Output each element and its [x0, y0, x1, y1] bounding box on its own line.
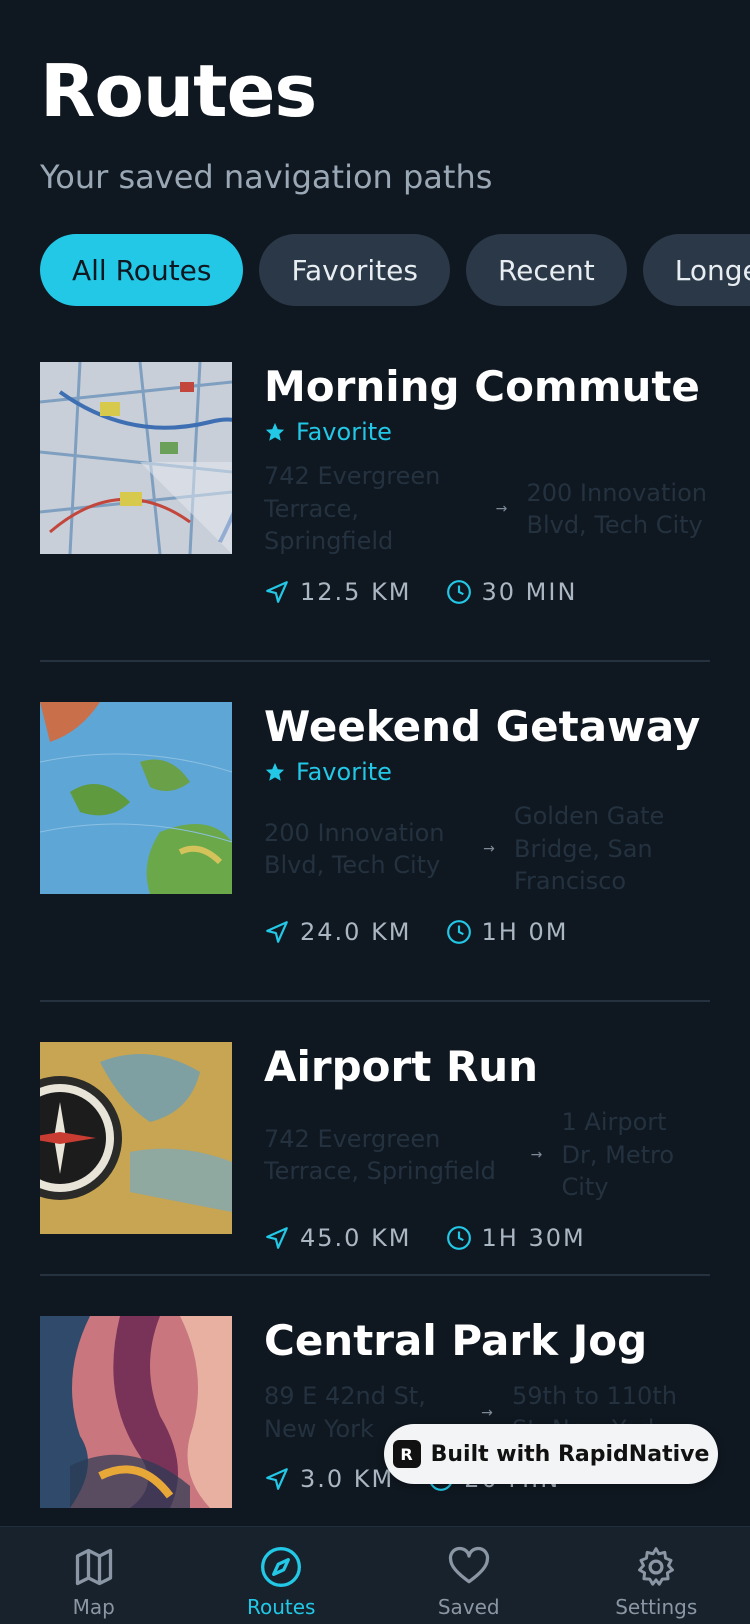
bottom-tab-bar: Map Routes Saved Settings: [0, 1526, 750, 1624]
arrow-right-icon: →: [483, 840, 495, 857]
tab-label: Routes: [247, 1595, 316, 1619]
star-icon: [265, 423, 285, 442]
arrow-right-icon: →: [481, 1404, 493, 1421]
tab-map[interactable]: Map: [0, 1527, 188, 1624]
tab-settings[interactable]: Settings: [563, 1527, 750, 1624]
route-meta: 45.0 KM 1H 30M: [264, 1224, 710, 1252]
star-icon: [265, 763, 285, 782]
favorite-label: Favorite: [296, 758, 392, 787]
distance-value: 45.0 KM: [300, 1223, 412, 1252]
route-thumbnail: [40, 1316, 232, 1508]
route-to: Golden Gate Bridge, San Francisco: [514, 802, 665, 896]
route-addresses: 200 Innovation Blvd, Tech City → Golden …: [264, 800, 710, 897]
map-icon: [75, 1548, 112, 1586]
divider: [40, 1000, 710, 1002]
divider: [40, 660, 710, 662]
route-from: 742 Evergreen Terrace, Springfield: [264, 462, 441, 556]
duration-value: 1H 0M: [481, 917, 569, 946]
gear-icon: [638, 1547, 675, 1586]
filter-chip-all-routes[interactable]: All Routes: [40, 234, 244, 306]
routes-screen: Routes Your saved navigation paths All R…: [0, 0, 750, 1624]
clock-icon: [446, 919, 471, 944]
header: Routes Your saved navigation paths: [40, 49, 492, 196]
route-duration: 1H 30M: [446, 1224, 586, 1252]
route-duration: 1H 0M: [446, 918, 569, 946]
distance-value: 3.0 KM: [300, 1465, 395, 1494]
filter-chips: All Routes Favorites Recent Longest: [40, 234, 750, 306]
route-name: Airport Run: [264, 1042, 539, 1091]
route-card[interactable]: Morning Commute Favorite 742 Evergreen T…: [40, 362, 710, 606]
navigation-icon: [266, 580, 288, 603]
route-card[interactable]: Weekend Getaway Favorite 200 Innovation …: [40, 702, 710, 946]
distance-value: 24.0 KM: [300, 917, 412, 946]
clock-icon: [446, 579, 471, 604]
route-thumbnail: [40, 362, 232, 554]
navigation-icon: [266, 920, 288, 943]
tab-saved[interactable]: Saved: [375, 1527, 563, 1624]
route-thumbnail: [40, 702, 232, 894]
clock-icon: [446, 1225, 471, 1250]
route-duration: 30 MIN: [446, 578, 578, 606]
route-from: 742 Evergreen Terrace, Springfield: [264, 1124, 496, 1185]
route-name: Weekend Getaway: [264, 702, 701, 751]
favorite-label: Favorite: [296, 418, 392, 447]
filter-chip-longest[interactable]: Longest: [642, 234, 750, 306]
duration-value: 1H 30M: [481, 1223, 586, 1252]
rapidnative-logo-icon: R: [392, 1440, 421, 1468]
route-distance: 24.0 KM: [264, 918, 412, 946]
route-addresses: 742 Evergreen Terrace, Springfield → 200…: [264, 460, 710, 557]
route-from: 200 Innovation Blvd, Tech City: [264, 818, 445, 879]
route-distance: 3.0 KM: [264, 1465, 394, 1493]
arrow-right-icon: →: [530, 1146, 543, 1163]
route-card[interactable]: Central Park Jog 89 E 42nd St, New York …: [40, 1316, 710, 1516]
route-thumbnail: [40, 1042, 232, 1234]
tab-label: Saved: [437, 1595, 500, 1619]
tab-label: Settings: [615, 1595, 698, 1619]
divider: [40, 1274, 710, 1276]
compass-icon: [261, 1547, 302, 1587]
page-subtitle: Your saved navigation paths: [40, 158, 493, 196]
built-with-badge[interactable]: R Built with RapidNative: [384, 1424, 718, 1484]
route-info: Weekend Getaway Favorite 200 Innovation …: [264, 702, 710, 946]
route-addresses: 742 Evergreen Terrace, Springfield → 1 A…: [264, 1106, 710, 1203]
duration-value: 30 MIN: [481, 577, 578, 606]
route-meta: 24.0 KM 1H 0M: [264, 918, 710, 946]
distance-value: 12.5 KM: [300, 577, 412, 606]
navigation-icon: [266, 1226, 288, 1249]
route-name: Morning Commute: [264, 362, 700, 411]
filter-chip-favorites[interactable]: Favorites: [259, 234, 450, 306]
route-meta: 12.5 KM 30 MIN: [264, 578, 710, 606]
route-info: Airport Run 742 Evergreen Terrace, Sprin…: [264, 1042, 710, 1252]
favorite-tag: Favorite: [264, 418, 710, 446]
favorite-tag: Favorite: [264, 758, 710, 786]
heart-icon: [448, 1546, 489, 1584]
route-to: 1 Airport Dr, Metro City: [561, 1108, 675, 1202]
filter-chip-recent[interactable]: Recent: [465, 234, 627, 306]
route-name: Central Park Jog: [264, 1316, 648, 1365]
badge-label: Built with RapidNative: [430, 1441, 710, 1467]
route-info: Morning Commute Favorite 742 Evergreen T…: [264, 362, 710, 606]
route-distance: 12.5 KM: [264, 578, 412, 606]
route-card[interactable]: Airport Run 742 Evergreen Terrace, Sprin…: [40, 1042, 710, 1252]
tab-label: Map: [72, 1595, 115, 1619]
route-distance: 45.0 KM: [264, 1224, 412, 1252]
arrow-right-icon: →: [495, 500, 508, 517]
navigation-icon: [266, 1468, 288, 1491]
page-title: Routes: [40, 49, 317, 133]
route-to: 200 Innovation Blvd, Tech City: [526, 478, 707, 539]
tab-routes[interactable]: Routes: [188, 1527, 376, 1624]
